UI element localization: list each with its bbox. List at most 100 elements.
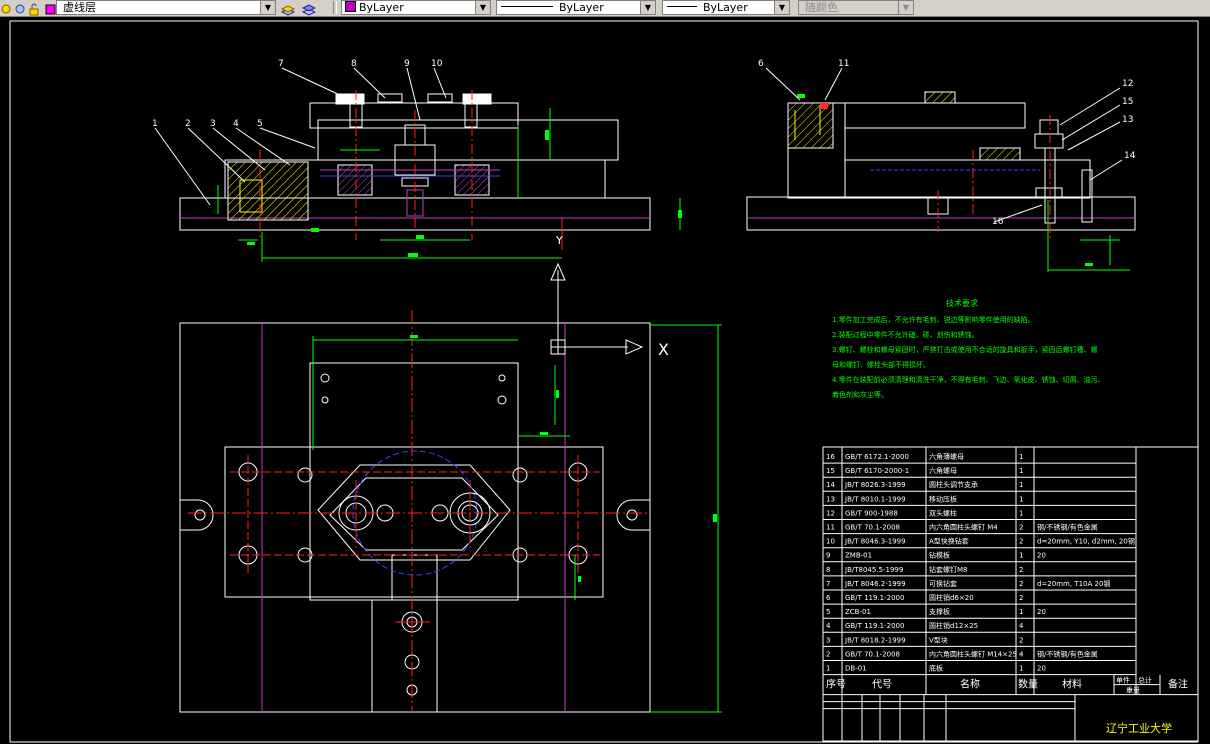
table-cell: 内六角圆柱头螺钉 M4 [929,523,998,532]
table-cell: GB/T 70.1-2008 [845,650,900,658]
table-header-material: 材料 [1062,678,1082,691]
table-cell: 底板 [929,664,943,673]
table-cell: 9 [826,552,830,560]
table-cell: JB/T 8018.2-1999 [844,636,906,644]
lineweight-value: ByLayer [703,1,748,14]
table-header-qty: 数量 [1018,678,1038,691]
lock-icon[interactable] [28,1,41,16]
table-cell: 可换钻套 [929,579,957,588]
table-cell: DB-01 [845,665,867,673]
table-cell: 1 [1019,665,1023,673]
table-cell: 钻模板 [929,551,950,560]
table-cell: V型块 [929,635,948,644]
lineweight-dropdown[interactable]: ByLayer ▼ [662,0,790,15]
table-cell: 2 [1019,524,1023,532]
table-cell: 1 [1019,495,1023,503]
callout: 15 [1122,97,1133,107]
table-header-code: 代号 [872,679,892,691]
callout: 4 [233,119,239,129]
callout: 11 [838,59,849,69]
callout: 5 [257,119,263,129]
front-view [154,67,682,262]
color-value: ByLayer [359,1,404,14]
table-cell: 1 [1019,467,1023,475]
table-cell: 20 [1037,552,1046,560]
table-cell: 4 [826,622,831,630]
table-cell: 2 [1019,594,1023,602]
table-cell: 20 [1037,608,1046,616]
table-cell: 2 [1019,538,1023,546]
university-name: 辽宁工业大学 [1106,721,1172,735]
callout: 16 [992,217,1004,227]
table-cell: GB/T 70.1-2008 [845,524,900,532]
table-cell: 1 [1019,453,1023,461]
table-cell: ZMB-01 [845,552,872,560]
table-cell: 1 [1019,552,1023,560]
table-cell: 16 [826,453,835,461]
callout: 14 [1124,151,1136,161]
linetype-preview [501,6,553,7]
layer-dropdown[interactable]: 虚线层 ▼ [56,0,276,15]
table-cell: 3 [826,636,830,644]
table-cell: 六角螺母 [929,466,957,475]
table-header-weight: 重量 [1126,687,1140,695]
table-cell: 5 [826,608,830,616]
table-cell: 13 [826,495,835,503]
linetype-dropdown[interactable]: ByLayer ▼ [496,0,656,15]
chevron-down-icon[interactable]: ▼ [475,1,490,14]
table-cell: 12 [826,509,835,517]
chevron-down-icon[interactable]: ▼ [260,1,275,14]
bom-text: 16 GB/T 6172.1-2000 六角薄螺母 115 GB/T 6170-2000… [826,452,1188,695]
make-current-icon[interactable] [280,1,296,16]
chevron-down-icon[interactable]: ▼ [774,1,789,14]
table-cell: 6 [826,594,831,602]
top-view [179,310,722,713]
table-cell: JB/T 8046.3-1999 [844,538,906,546]
layer-previous-icon[interactable] [301,1,317,16]
table-header-no: 序号 [826,678,846,691]
table-cell: JB/T8045.5-1999 [844,566,903,574]
table-cell: 圆柱销d6×20 [929,593,974,602]
tech-line: 3.螺钉、螺栓和螺母紧固时，严禁打击或使用不合适的旋具和扳手，紧固后螺钉槽、螺 [832,345,1098,354]
table-cell: 双头螺柱 [929,508,957,517]
callout: 2 [185,119,191,129]
table-cell: 14 [826,481,835,489]
color-dropdown[interactable]: ByLayer ▼ [341,0,491,15]
table-cell: GB/T 900-1988 [845,509,898,517]
table-cell: 钻套螺钉M8 [929,565,968,574]
table-cell: JB/T 8010.1-1999 [844,495,906,503]
callout: 9 [404,59,410,69]
table-cell: 4 [1019,622,1024,630]
chevron-down-icon[interactable]: ▼ [640,1,655,14]
table-cell: 2 [826,650,830,658]
layer-name: 虚线层 [63,1,96,14]
side-view [746,67,1136,272]
plotstyle-dropdown: 随颜色 ▼ [798,0,914,15]
color-swatch-icon[interactable] [43,1,56,15]
callout: 13 [1122,115,1133,125]
table-cell: 六角薄螺母 [929,452,964,461]
callout: 7 [278,59,284,69]
table-cell: 圆柱销d12×25 [929,621,978,630]
freeze-icon[interactable] [14,1,27,14]
callout: 6 [758,59,764,69]
table-cell: GB/T 119.1-2000 [845,594,904,602]
table-cell: 1 [1019,481,1023,489]
table-header-remark: 备注 [1168,678,1188,691]
callout: 10 [431,59,443,69]
ucs-y-label: Y [555,234,563,247]
table-cell: 2 [1019,636,1023,644]
table-cell: 20 [1037,665,1046,673]
table-cell: 2 [1019,566,1023,574]
table-cell: 7 [826,580,830,588]
layer-on-icon[interactable] [0,1,13,14]
callout: 1 [152,119,158,129]
tech-line: 4.零件在装配前必须清理和清洗干净，不得有毛刺、飞边、氧化皮、锈蚀、切屑、油污、 [832,375,1105,384]
table-cell: 钢/不锈钢/有色金属 [1037,523,1098,532]
table-cell: 15 [826,467,835,475]
table-cell: 1 [1019,608,1023,616]
tech-title: 技术要求 [946,298,978,308]
table-cell: 10 [826,538,835,546]
drawing-canvas[interactable]: 1 2 3 4 5 7 8 9 10 6 11 12 15 13 14 16 X… [0,17,1210,744]
ucs-icon [550,262,644,355]
